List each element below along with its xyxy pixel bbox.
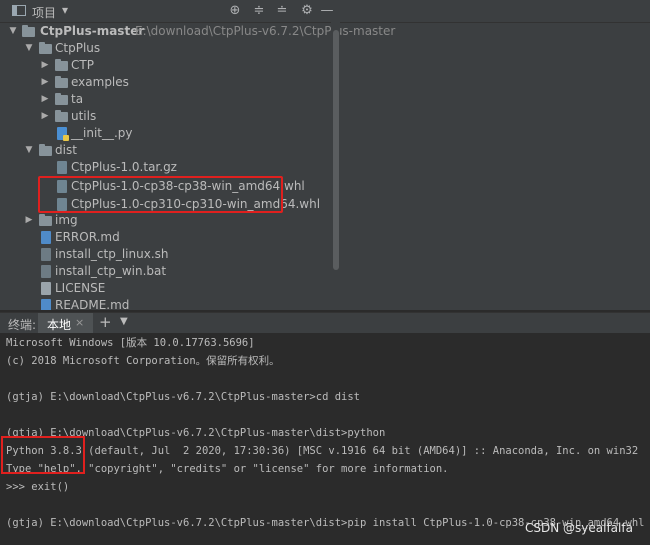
root-folder-path: E:\download\CtpPlus-v6.7.2\CtpPlus-maste… bbox=[135, 24, 396, 38]
chevron-down-icon[interactable]: ▾ bbox=[62, 3, 68, 17]
tree-item-label: CtpPlus-1.0.tar.gz bbox=[71, 160, 177, 174]
tree-item-label: README.md bbox=[55, 298, 130, 310]
folder-icon bbox=[55, 59, 68, 71]
tree-item-label: examples bbox=[71, 75, 129, 89]
terminal-output[interactable]: Microsoft Windows [版本 10.0.17763.5696] (… bbox=[0, 333, 650, 545]
folder-icon bbox=[55, 110, 68, 122]
terminal-line: >>> exit() bbox=[6, 481, 70, 493]
minimize-icon[interactable]: — bbox=[318, 2, 336, 20]
chevron-right-icon[interactable]: ▶ bbox=[40, 74, 50, 91]
folder-icon bbox=[39, 42, 52, 54]
tree-item-label: img bbox=[55, 213, 78, 227]
chevron-right-icon[interactable]: ▶ bbox=[40, 91, 50, 108]
whl-highlight-box bbox=[38, 176, 283, 213]
tree-item-label: install_ctp_win.bat bbox=[55, 264, 167, 278]
project-tree: ▼ CtpPlus-master E:\download\CtpPlus-v6.… bbox=[0, 22, 395, 310]
markdown-file-icon bbox=[41, 231, 51, 244]
tree-item-label: __init__.py bbox=[71, 126, 133, 140]
terminal-line: Python 3.8.3 (default, Jul 2 2020, 17:30… bbox=[6, 445, 639, 457]
terminal-title: 终端: bbox=[8, 318, 37, 332]
batch-file-icon bbox=[41, 265, 51, 278]
collapse-all-icon[interactable]: ≐ bbox=[273, 2, 291, 20]
folder-icon bbox=[39, 214, 52, 226]
archive-file-icon bbox=[57, 161, 67, 174]
tree-item-label: dist bbox=[55, 143, 77, 157]
tree-item-label: CtpPlus bbox=[55, 41, 101, 55]
chevron-down-icon[interactable]: ▼ bbox=[24, 142, 34, 159]
tree-scroll-thumb[interactable] bbox=[333, 30, 339, 270]
terminal-line: (c) 2018 Microsoft Corporation。保留所有权利。 bbox=[6, 355, 280, 367]
tree-item-label: LICENSE bbox=[55, 281, 106, 295]
chevron-down-icon[interactable]: ▼ bbox=[24, 40, 34, 57]
tab-local-label[interactable]: 本地 bbox=[47, 316, 71, 333]
markdown-file-icon bbox=[41, 299, 51, 310]
add-tab-icon[interactable]: + bbox=[99, 313, 112, 331]
folder-icon bbox=[22, 25, 35, 37]
chevron-down-icon[interactable]: ▼ bbox=[120, 316, 128, 327]
close-icon[interactable]: × bbox=[75, 316, 84, 329]
text-file-icon bbox=[41, 282, 51, 295]
expand-all-icon[interactable]: ≑ bbox=[250, 2, 268, 20]
project-title[interactable]: 项目 bbox=[32, 4, 56, 21]
project-toolbar: 项目 ▾ ⊕ ≑ ≐ ⚙ — bbox=[0, 0, 650, 23]
root-folder-name: CtpPlus-master bbox=[40, 24, 145, 38]
tree-item-label: CTP bbox=[71, 58, 94, 72]
terminal-tab-bar: 终端: 本地 × + ▼ bbox=[0, 312, 650, 334]
crosshair-icon[interactable]: ⊕ bbox=[226, 2, 244, 20]
terminal-line: Microsoft Windows [版本 10.0.17763.5696] bbox=[6, 337, 255, 349]
tree-item-label: utils bbox=[71, 109, 97, 123]
chevron-right-icon[interactable]: ▶ bbox=[24, 212, 34, 229]
project-view-icon bbox=[12, 5, 26, 16]
terminal-line: (gtja) E:\download\CtpPlus-v6.7.2\CtpPlu… bbox=[6, 391, 361, 403]
project-panel: 项目 ▾ ⊕ ≑ ≐ ⚙ — ▼ CtpPlus-master E:\downl… bbox=[0, 0, 650, 310]
shell-file-icon bbox=[41, 248, 51, 261]
tree-item-label: ta bbox=[71, 92, 84, 106]
folder-icon bbox=[55, 76, 68, 88]
folder-icon bbox=[55, 93, 68, 105]
chevron-right-icon[interactable]: ▶ bbox=[40, 108, 50, 125]
tree-item-label: install_ctp_linux.sh bbox=[55, 247, 169, 261]
folder-icon bbox=[39, 144, 52, 156]
tree-item-label: ERROR.md bbox=[55, 230, 120, 244]
chevron-right-icon[interactable]: ▶ bbox=[40, 57, 50, 74]
watermark: CSDN @syealfalfa bbox=[525, 521, 633, 535]
python-file-icon bbox=[57, 127, 69, 141]
chevron-down-icon[interactable]: ▼ bbox=[8, 23, 18, 40]
python-version-highlight-box bbox=[1, 436, 85, 474]
gear-icon[interactable]: ⚙ bbox=[298, 2, 316, 20]
